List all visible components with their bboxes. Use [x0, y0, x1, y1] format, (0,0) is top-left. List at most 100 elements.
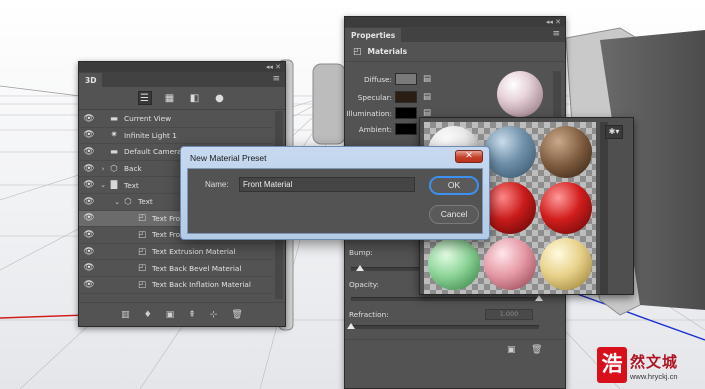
ok-button[interactable]: OK	[429, 176, 479, 195]
diffuse-swatch[interactable]	[395, 73, 417, 85]
watermark-name: 然文城	[630, 353, 679, 371]
light-icon: ✷	[110, 130, 118, 141]
layer-name: Infinite Light 1	[124, 130, 177, 140]
material-swatch-gold-glass[interactable]	[540, 238, 592, 290]
materials-icon: ◰	[353, 46, 362, 57]
gear-icon[interactable]: ✱▾	[605, 125, 623, 139]
collapse-icon[interactable]: ◂◂ ✕	[266, 63, 281, 71]
folder-icon[interactable]: ▤	[423, 74, 431, 84]
material-picker-scrollbar[interactable]	[600, 122, 608, 294]
visibility-eye-icon[interactable]: 👁	[79, 180, 99, 190]
layer-row[interactable]: 👁 ◰ Text Extrusion Material	[79, 244, 273, 261]
watermark-url: www.hryckj.cn	[630, 372, 678, 381]
material-icon: ◰	[137, 246, 147, 257]
diffuse-row: Diffuse: ▤	[345, 72, 431, 86]
twirl-icon[interactable]: ⌄	[99, 181, 107, 189]
panel-menu-icon[interactable]: ≡	[552, 29, 560, 39]
close-button[interactable]: ✕	[455, 150, 483, 163]
preview-scroll[interactable]	[553, 71, 561, 121]
collapse-icon[interactable]: ◂◂ ✕	[546, 18, 561, 26]
material-swatch-red-sparkle-2[interactable]	[540, 182, 592, 234]
refraction-slider[interactable]	[351, 325, 539, 329]
new-material-icon[interactable]: ▣	[166, 310, 175, 320]
material-preview-ball[interactable]	[497, 71, 543, 117]
3d-filter-toolbar: ☰ ▦ ◧ ●	[79, 87, 285, 110]
illumination-label: Illumination:	[346, 108, 393, 118]
twirl-icon[interactable]: ›	[99, 165, 107, 173]
specular-label: Specular:	[357, 92, 392, 102]
divider	[345, 339, 565, 340]
visibility-eye-icon[interactable]: 👁	[79, 280, 99, 290]
section-title: Materials	[367, 47, 408, 56]
tab-3d[interactable]: 3D	[79, 73, 103, 87]
layer-row[interactable]: 👁 ◰ Text Back Inflation Material	[79, 277, 273, 294]
ambient-swatch[interactable]	[395, 123, 417, 135]
visibility-eye-icon[interactable]: 👁	[79, 164, 99, 174]
visibility-eye-icon[interactable]: 👁	[79, 263, 99, 273]
trash-icon[interactable]: 🗑	[231, 310, 242, 320]
layer-name: Text Extrusion Material	[152, 247, 236, 257]
panel-collapse-bar[interactable]: ◂◂ ✕	[79, 62, 285, 72]
specular-row: Specular: ▤	[345, 90, 431, 104]
material-icon: ◰	[137, 229, 147, 240]
layer-name: Back	[124, 164, 142, 174]
render-icon[interactable]: ▥	[121, 310, 130, 320]
layer-name: Text Back Bevel Material	[152, 263, 242, 273]
visibility-eye-icon[interactable]: 👁	[79, 230, 99, 240]
layer-row[interactable]: 👁 ◰ Text Back Bevel Material	[79, 260, 273, 277]
material-swatch-pink-glass[interactable]	[484, 238, 536, 290]
refraction-label: Refraction:	[349, 310, 389, 319]
material-swatch-wood[interactable]	[540, 126, 592, 178]
material-icon: ◰	[137, 213, 147, 224]
visibility-eye-icon[interactable]: 👁	[79, 247, 99, 257]
cancel-button[interactable]: Cancel	[429, 205, 479, 224]
visibility-eye-icon[interactable]: 👁	[79, 213, 99, 223]
visibility-eye-icon[interactable]: 👁	[79, 147, 99, 157]
export-icon[interactable]: ⇞	[188, 310, 196, 320]
diffuse-label: Diffuse:	[363, 74, 392, 84]
material-swatch-blue-paint[interactable]	[484, 126, 536, 178]
materials-section-header: ◰ Materials	[345, 42, 565, 62]
coordinates-icon[interactable]: ⊹	[210, 310, 218, 320]
refraction-slider-thumb[interactable]	[347, 323, 355, 329]
visibility-eye-icon[interactable]: 👁	[79, 114, 99, 124]
layer-name: Text	[138, 197, 153, 207]
illumination-swatch[interactable]	[395, 107, 417, 119]
opacity-label: Opacity:	[349, 280, 379, 289]
dialog-title: New Material Preset	[190, 153, 267, 163]
refraction-input[interactable]: 1.000	[485, 309, 533, 320]
material-filter-icon[interactable]: ◧	[188, 91, 202, 105]
material-icon: ◰	[137, 279, 147, 290]
ambient-row: Ambient:	[345, 122, 417, 136]
mesh-filter-icon[interactable]: ▦	[163, 91, 177, 105]
bump-label: Bump:	[349, 248, 373, 257]
material-swatch-red-sparkle[interactable]	[484, 182, 536, 234]
visibility-eye-icon[interactable]: 👁	[79, 130, 99, 140]
panel-menu-icon[interactable]: ≡	[272, 74, 280, 84]
panel-collapse-bar[interactable]: ◂◂ ✕	[345, 17, 565, 27]
name-label: Name:	[205, 180, 229, 189]
trash-icon[interactable]: 🗑	[531, 345, 542, 355]
material-swatch-green-glass[interactable]	[428, 238, 480, 290]
opacity-slider[interactable]	[351, 297, 539, 301]
layer-row[interactable]: 👁 ▬ Current View	[79, 111, 273, 128]
material-icon: ◰	[137, 263, 147, 274]
mesh-icon: ⬡	[110, 163, 118, 174]
layer-row[interactable]: 👁 ✷ Infinite Light 1	[79, 128, 273, 145]
tab-properties[interactable]: Properties	[345, 28, 402, 42]
camera-icon: ▬	[109, 146, 119, 157]
scene-filter-icon[interactable]: ☰	[137, 91, 152, 105]
add-light-icon[interactable]: ♦	[144, 310, 152, 320]
bump-slider-thumb[interactable]	[356, 265, 365, 271]
new-material-icon[interactable]: ▣	[507, 345, 516, 355]
specular-swatch[interactable]	[395, 91, 417, 103]
name-input[interactable]: Front Material	[239, 177, 415, 192]
light-filter-icon[interactable]: ●	[213, 91, 227, 105]
camera-icon: ▬	[109, 113, 119, 124]
folder-icon[interactable]: ▤	[423, 92, 431, 102]
layer-name: Text Back Inflation Material	[152, 280, 251, 290]
watermark-stamp: 浩	[597, 347, 627, 383]
visibility-eye-icon[interactable]: 👁	[79, 197, 99, 207]
opacity-slider-thumb[interactable]	[535, 295, 543, 301]
twirl-icon[interactable]: ⌄	[113, 198, 121, 206]
